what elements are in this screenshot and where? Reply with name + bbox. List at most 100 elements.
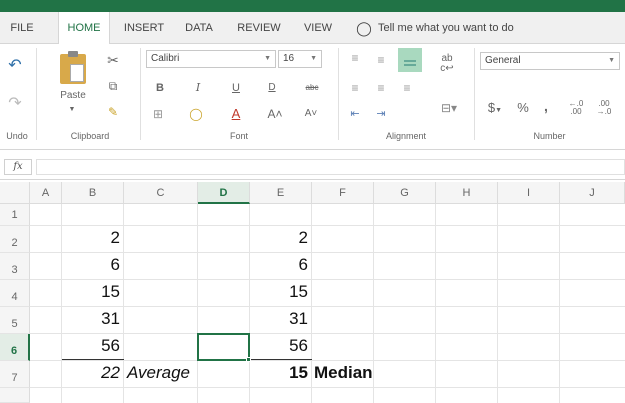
cell-b6[interactable]: 56 [62,336,120,356]
cell-b5[interactable]: 31 [62,309,120,329]
increase-decimal-icon[interactable]: ←.0.00 [566,100,586,116]
cell-b4[interactable]: 15 [62,282,120,302]
row-header-7[interactable]: 7 [0,361,30,388]
column-header-i[interactable]: I [498,182,560,204]
borders-icon[interactable]: ⊞ [148,106,168,122]
chevron-down-icon: ▼ [310,55,317,62]
font-color-icon[interactable]: A [226,106,246,122]
font-name-value: Calibri [151,53,180,64]
column-header-c[interactable]: C [124,182,198,204]
selected-cell-d6[interactable] [197,333,250,361]
increase-font-icon[interactable]: A˄ [266,106,284,122]
cell-e4[interactable]: 15 [250,282,308,302]
underline-button[interactable]: U [228,80,244,96]
alignment-group-label: Alignment [385,131,427,141]
number-format-value: General [485,55,521,66]
paste-icon[interactable] [60,51,86,84]
gridline [311,204,312,403]
cell-c7[interactable]: Average [127,363,190,383]
gridline [30,387,625,388]
cell-b2[interactable]: 2 [62,228,120,248]
decrease-indent-icon[interactable]: ⇤ [346,106,364,122]
comma-button[interactable]: , [540,98,552,114]
column-header-a[interactable]: A [30,182,62,204]
double-underline-icon[interactable]: D [262,80,282,96]
font-group-label: Font [229,131,248,141]
font-name-select[interactable]: Calibri ▼ [146,50,276,68]
title-bar [0,0,625,12]
chevron-down-icon: ▼ [608,57,615,64]
cell-b7[interactable]: 22 [62,363,120,383]
column-header-j[interactable]: J [560,182,625,204]
copy-icon[interactable]: ⧉ [104,78,122,94]
gridline [559,204,560,403]
strikethrough-icon[interactable]: abc [300,80,324,96]
separator [338,48,339,140]
cell-e3[interactable]: 6 [250,255,308,275]
undo-icon[interactable]: ↶ [6,58,24,74]
cell-e6[interactable]: 56 [250,336,308,356]
cell-border [62,359,124,360]
column-header-e[interactable]: E [250,182,312,204]
gridline [30,279,625,280]
cell-e2[interactable]: 2 [250,228,308,248]
font-size-select[interactable]: 16 ▼ [278,50,322,68]
formula-bar: fx [0,154,625,180]
row-header-2[interactable]: 2 [0,226,30,253]
tab-file[interactable]: FILE [0,12,44,44]
tab-insert[interactable]: INSERT [118,12,170,44]
fill-handle[interactable] [246,357,251,362]
tab-data[interactable]: DATA [176,12,222,44]
column-header-f[interactable]: F [312,182,374,204]
align-bottom-icon[interactable] [398,48,422,72]
cell-e7[interactable]: 15 [250,363,308,383]
decrease-font-icon[interactable]: A˅ [302,106,320,122]
currency-button[interactable]: $▼ [484,100,506,119]
bold-button[interactable]: B [152,80,168,96]
align-middle-icon[interactable]: ≡ [372,52,390,68]
gridline [197,204,198,403]
tab-home[interactable]: HOME [58,12,110,45]
gridline [30,225,625,226]
align-top-icon[interactable]: ≡ [346,50,364,66]
column-header-g[interactable]: G [374,182,436,204]
align-left-icon[interactable]: ≡ [346,80,364,96]
cell-e5[interactable]: 31 [250,309,308,329]
select-all-corner[interactable] [0,182,30,204]
merge-icon[interactable]: ⊟▾ [436,100,462,116]
align-right-icon[interactable]: ≡ [398,80,416,96]
percent-button[interactable]: % [514,100,532,116]
function-icon[interactable]: fx [4,159,32,175]
row-header-1[interactable]: 1 [0,204,30,226]
wrap-text-icon[interactable]: ab c↩ [438,54,456,74]
cut-icon[interactable]: ✂ [104,52,122,68]
row-header-8[interactable] [0,388,30,403]
tab-view[interactable]: VIEW [296,12,340,44]
formula-input[interactable] [36,159,625,175]
fill-color-icon[interactable]: ◯ [186,106,206,122]
italic-button[interactable]: I [190,80,206,96]
tab-review[interactable]: REVIEW [230,12,288,44]
cell-f7[interactable]: Median [314,363,373,383]
number-format-select[interactable]: General ▼ [480,52,620,70]
increase-indent-icon[interactable]: ⇥ [372,106,390,122]
row-header-3[interactable]: 3 [0,253,30,280]
column-header-d[interactable]: D [198,182,250,204]
lightbulb-icon[interactable]: ◯ [354,12,374,44]
row-header-4[interactable]: 4 [0,280,30,307]
gridline [30,306,625,307]
column-header-h[interactable]: H [436,182,498,204]
align-center-icon[interactable]: ≡ [372,80,390,96]
cell-b3[interactable]: 6 [62,255,120,275]
tell-me-search[interactable]: Tell me what you want to do [378,12,538,44]
decrease-decimal-icon[interactable]: .00 →.0 [594,100,614,116]
column-header-b[interactable]: B [62,182,124,204]
spreadsheet-grid: A B C D E F G H I J 1 2 3 4 5 6 7 2 6 15… [0,182,625,403]
format-painter-icon[interactable]: ✎ [104,104,122,120]
row-header-5[interactable]: 5 [0,307,30,334]
chevron-down-icon[interactable]: ▼ [64,102,80,118]
redo-icon[interactable]: ↷ [6,96,24,112]
gridline [497,204,498,403]
undo-group-label: Undo [6,131,28,141]
row-header-6[interactable]: 6 [0,334,30,361]
